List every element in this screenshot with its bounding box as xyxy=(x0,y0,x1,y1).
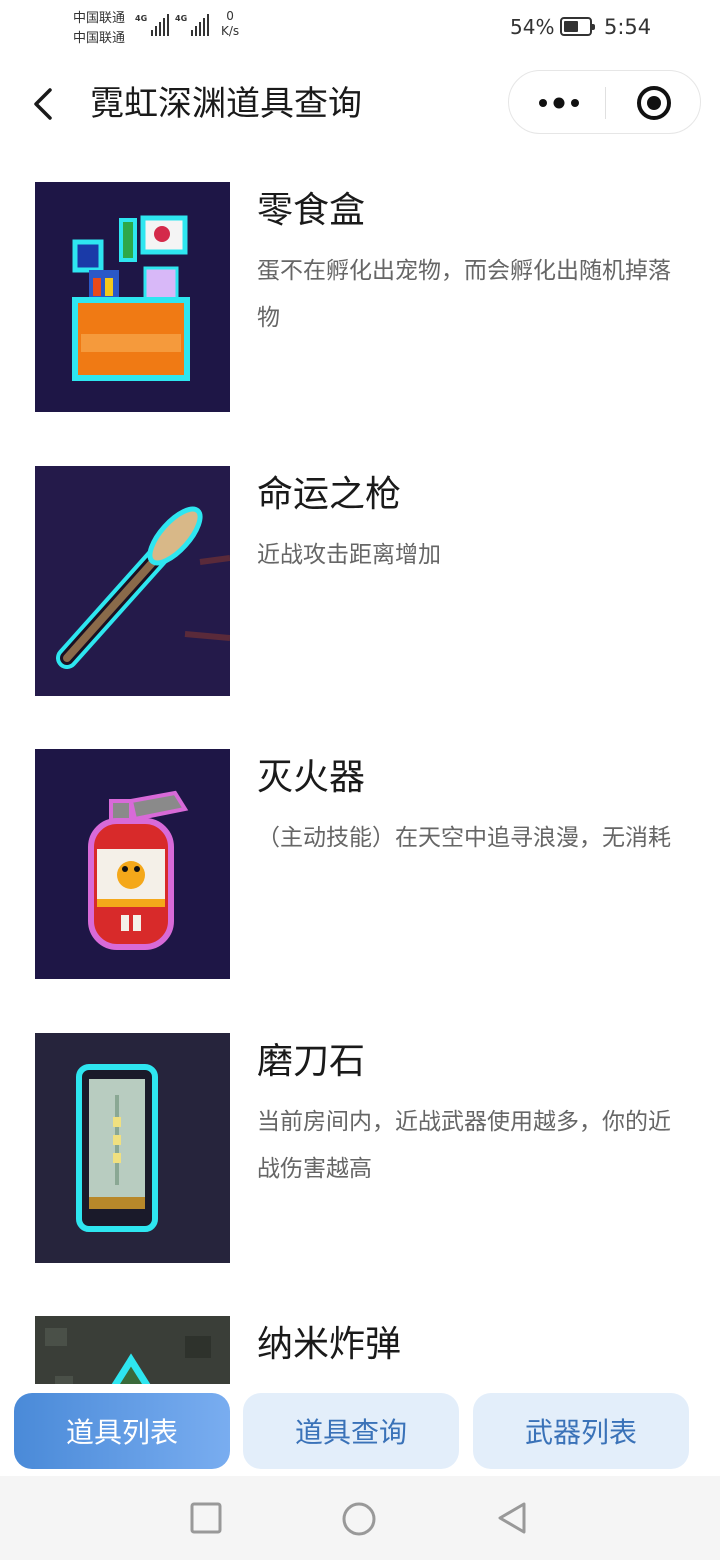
carrier-2: 中国联通 xyxy=(73,31,126,46)
tab-item-search[interactable]: 道具查询 xyxy=(243,1393,459,1469)
list-item[interactable]: 灭火器 （主动技能）在天空中追寻浪漫，无消耗 xyxy=(0,719,720,979)
bottom-tab-bar: 道具列表 道具查询 武器列表 xyxy=(0,1384,720,1476)
item-image-fire-extinguisher xyxy=(35,749,230,979)
signal-icon-sim1: 4G xyxy=(135,14,170,36)
item-list: 零食盒 蛋不在孵化出宠物，而会孵化出随机掉落物 命运之枪 近战攻击距离增加 灭火… xyxy=(0,152,720,1384)
signal-icon-sim2: 4G xyxy=(175,14,210,36)
page-title: 霓虹深渊道具查询 xyxy=(90,84,362,124)
battery-icon xyxy=(560,17,595,36)
item-desc: 近战攻击距离增加 xyxy=(257,542,441,568)
chevron-left-icon[interactable] xyxy=(24,80,64,128)
tab-item-list[interactable]: 道具列表 xyxy=(14,1393,230,1469)
item-name: 灭火器 xyxy=(257,757,366,798)
clock: 5:54 xyxy=(604,15,652,39)
capsule-divider xyxy=(605,87,606,119)
more-dots-icon[interactable] xyxy=(533,87,585,119)
circle-home-icon[interactable] xyxy=(340,1500,378,1538)
item-name: 磨刀石 xyxy=(257,1041,366,1082)
list-item[interactable]: 纳米炸弹 xyxy=(0,1286,720,1384)
item-desc: （主动技能）在天空中追寻浪漫，无消耗 xyxy=(257,825,671,851)
item-name: 零食盒 xyxy=(257,190,366,231)
status-bar: 中国联通 中国联通 4G 4G 0 K/s 54% 5:54 xyxy=(0,0,720,56)
nav-bar: 霓虹深渊道具查询 xyxy=(0,56,720,152)
item-image-snack-box xyxy=(35,182,230,412)
menu-capsule xyxy=(508,70,701,134)
item-image-whetstone xyxy=(35,1033,230,1263)
battery-percent: 54% xyxy=(510,15,555,39)
tab-weapon-list[interactable]: 武器列表 xyxy=(473,1393,689,1469)
system-nav-bar xyxy=(0,1476,720,1560)
list-item[interactable]: 零食盒 蛋不在孵化出宠物，而会孵化出随机掉落物 xyxy=(0,152,720,412)
net-speed: 0 K/s xyxy=(221,9,240,38)
list-item[interactable]: 命运之枪 近战攻击距离增加 xyxy=(0,436,720,696)
item-image-spear-of-fate xyxy=(35,466,230,696)
carrier-labels: 中国联通 中国联通 xyxy=(73,9,125,49)
item-desc: 当前房间内，近战武器使用越多，你的近战伤害越高 xyxy=(257,1109,671,1182)
list-item[interactable]: 磨刀石 当前房间内，近战武器使用越多，你的近战伤害越高 xyxy=(0,1003,720,1263)
item-name: 纳米炸弹 xyxy=(257,1324,402,1365)
item-desc: 蛋不在孵化出宠物，而会孵化出随机掉落物 xyxy=(257,258,671,331)
item-image-nano-bomb xyxy=(35,1316,230,1384)
carrier-1: 中国联通 xyxy=(73,11,126,26)
item-name: 命运之枪 xyxy=(257,474,402,515)
square-recents-icon[interactable] xyxy=(188,1500,224,1536)
target-close-icon[interactable] xyxy=(635,84,673,122)
triangle-back-icon[interactable] xyxy=(494,1500,530,1536)
